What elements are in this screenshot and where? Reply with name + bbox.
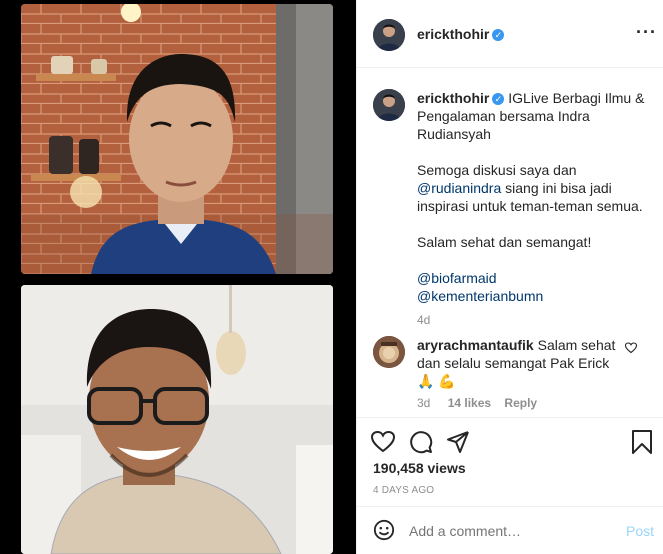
verified-icon: ✓ xyxy=(492,93,505,106)
author-avatar[interactable] xyxy=(373,19,405,51)
share-icon[interactable] xyxy=(446,430,470,459)
caption-avatar[interactable] xyxy=(373,89,405,121)
post-media[interactable] xyxy=(0,0,356,554)
reply-button[interactable]: Reply xyxy=(504,396,537,410)
guest-video-frame xyxy=(21,285,333,554)
comment-input[interactable] xyxy=(407,520,611,542)
commenter-avatar[interactable] xyxy=(373,336,405,368)
host-video-frame xyxy=(21,4,333,274)
action-bar xyxy=(357,417,663,454)
post-button[interactable]: Post xyxy=(626,523,654,539)
comment-heart-icon[interactable] xyxy=(624,341,638,359)
emoji-icon[interactable] xyxy=(373,519,395,546)
comment-likes[interactable]: 14 likes xyxy=(448,396,491,410)
live-video-guest xyxy=(21,285,333,554)
post-caption: erickthohir ✓ IGLive Berbagi Ilmu & Penga… xyxy=(417,89,649,329)
comment-meta: 3d 14 likes Reply xyxy=(417,396,537,410)
caption-age[interactable]: 4d xyxy=(417,311,649,329)
post-panel: erickthohir ✓ ··· erickthohir ✓ IGLive Ber… xyxy=(356,0,663,554)
comment-age[interactable]: 3d xyxy=(417,396,430,410)
caption-greeting: Salam sehat dan semangat! xyxy=(417,234,592,250)
comment: aryrachmantaufik Salam sehat dan selalu … xyxy=(417,336,617,390)
more-icon[interactable]: ··· xyxy=(636,23,657,41)
mention-biofarmaid[interactable]: @biofarmaid xyxy=(417,269,649,287)
caption-username[interactable]: erickthohir xyxy=(417,90,489,106)
comment-username[interactable]: aryrachmantaufik xyxy=(417,337,534,353)
post-header: erickthohir ✓ ··· xyxy=(357,0,663,68)
header-username[interactable]: erickthohir xyxy=(417,26,489,42)
add-comment-bar: Post xyxy=(357,506,663,554)
mention-kementerianbumn[interactable]: @kementerianbumn xyxy=(417,287,649,305)
post-date[interactable]: 4 DAYS AGO xyxy=(373,485,434,496)
view-count[interactable]: 190,458 views xyxy=(373,460,466,476)
comment-icon[interactable] xyxy=(409,430,433,459)
mention-rudianindra[interactable]: @rudianindra xyxy=(417,180,501,196)
heart-icon[interactable] xyxy=(370,430,396,459)
caption-text: Semoga diskusi saya dan xyxy=(417,162,577,178)
verified-icon: ✓ xyxy=(492,28,505,41)
live-video-host xyxy=(21,4,333,274)
bookmark-icon[interactable] xyxy=(631,430,653,459)
header-author: erickthohir ✓ xyxy=(417,26,505,44)
